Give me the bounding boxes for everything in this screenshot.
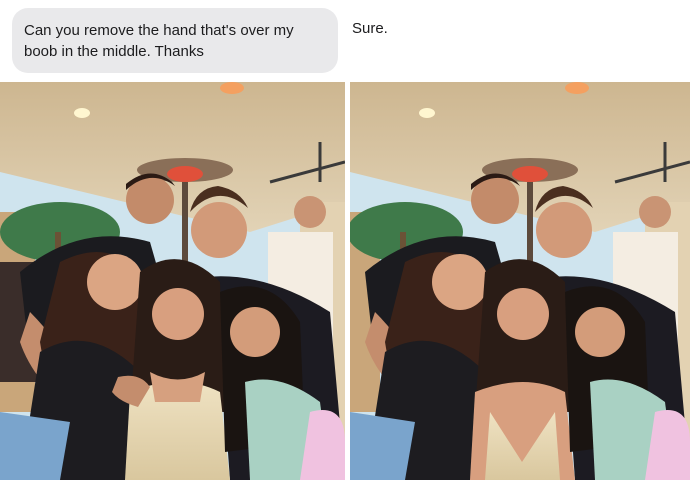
ceiling-light: [220, 82, 244, 94]
ceiling-light: [565, 82, 589, 94]
ceiling-light: [74, 108, 90, 118]
original-photo: [0, 82, 345, 480]
woman-middle: [470, 259, 575, 480]
reply-message: Sure.: [352, 20, 388, 37]
reply-message-text: Sure.: [352, 20, 388, 37]
request-message-text: Can you remove the hand that's over my b…: [24, 22, 294, 60]
request-message-bubble: Can you remove the hand that's over my b…: [12, 8, 338, 73]
edited-photo: [350, 82, 690, 480]
ceiling-light: [419, 108, 435, 118]
